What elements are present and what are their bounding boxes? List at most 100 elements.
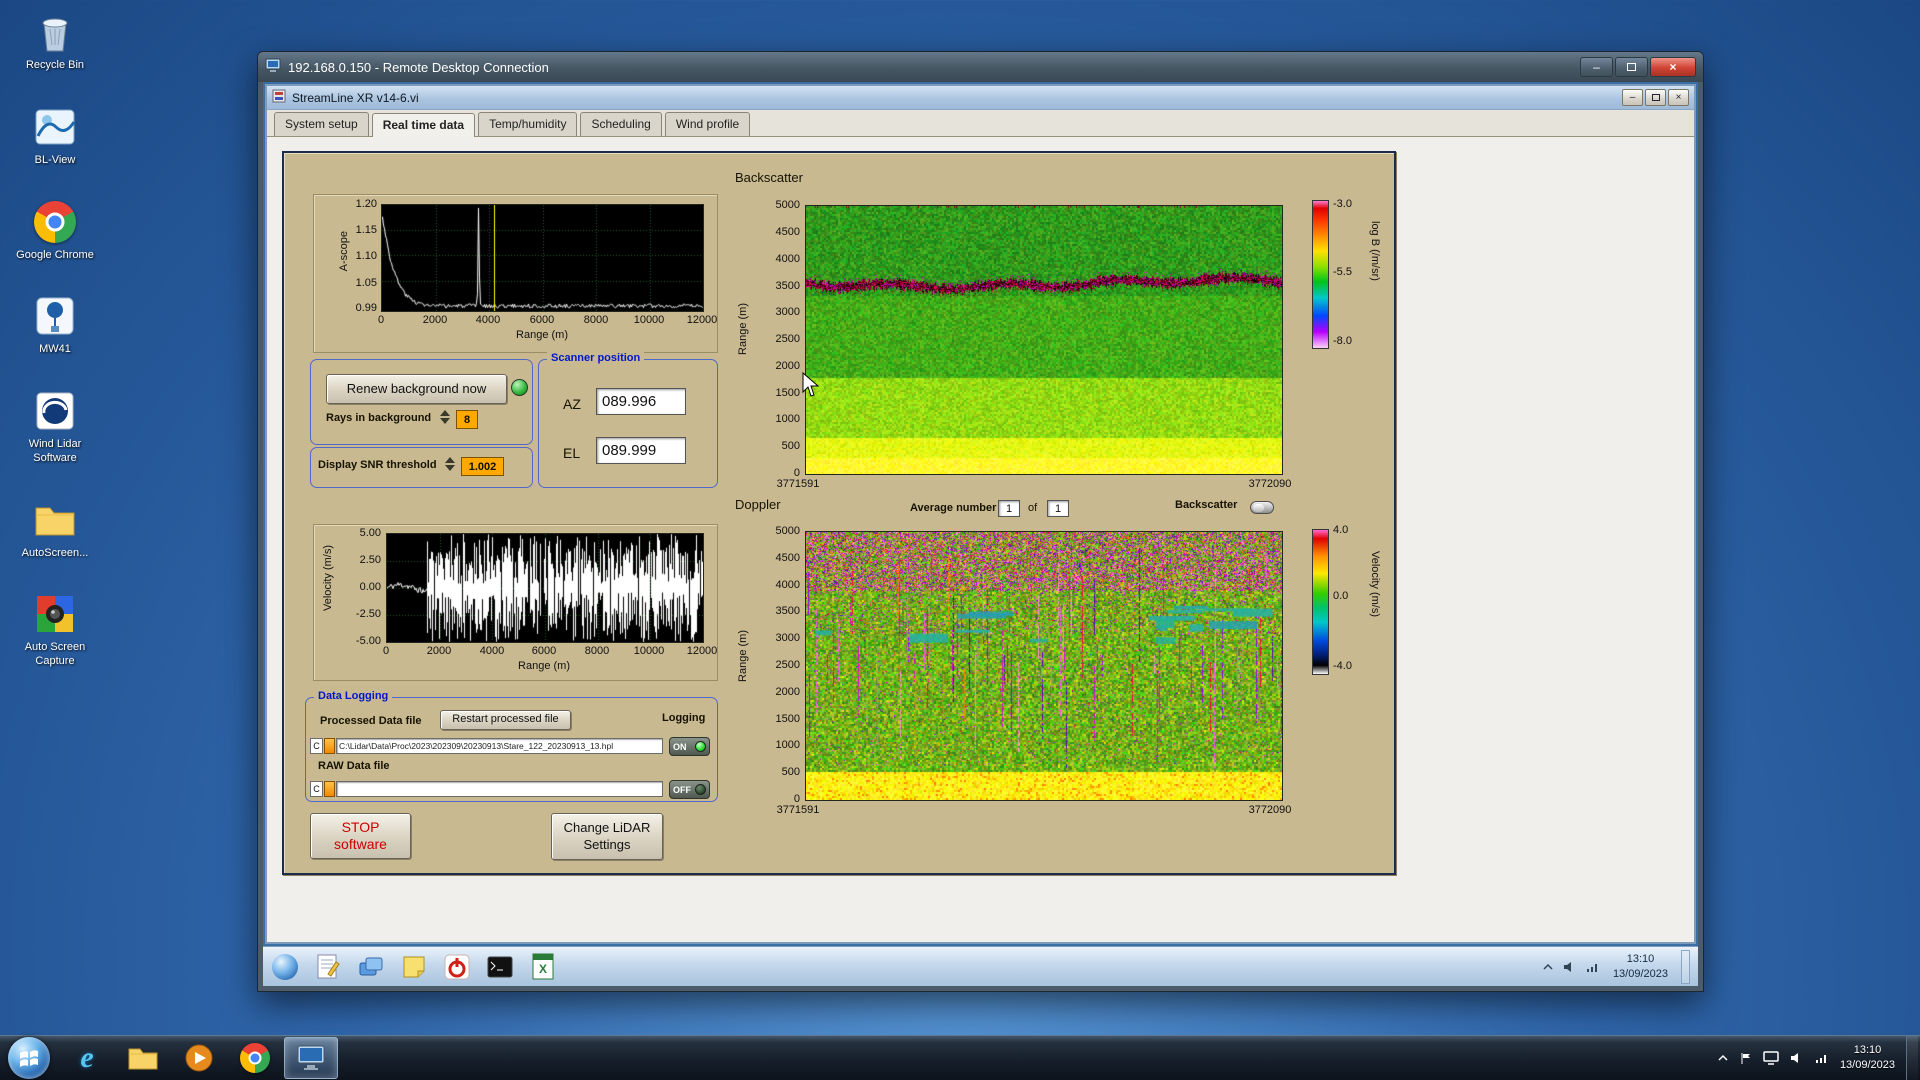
taskbar-icon-media-player[interactable] (172, 1037, 226, 1079)
doppler-title: Doppler (735, 497, 781, 512)
app-minimize-button[interactable]: – (1622, 89, 1643, 106)
raw-browse-icon[interactable] (324, 781, 335, 797)
taskbar-icon-power[interactable] (443, 953, 471, 981)
tab-temp-humidity[interactable]: Temp/humidity (478, 112, 578, 136)
show-desktop-button[interactable] (1906, 1035, 1918, 1080)
rays-value[interactable]: 8 (456, 410, 478, 429)
tab-scheduling[interactable]: Scheduling (580, 112, 662, 136)
network-icon[interactable] (1586, 961, 1600, 973)
vi-body: A-scope 1.20 1.15 1.10 1.05 0.99 0 2000 … (267, 137, 1694, 942)
doppler-heatmap[interactable] (805, 531, 1283, 801)
desktop: Recycle Bin BL-View Google Chrome MW41 W… (0, 0, 1920, 1080)
rdp-close-button[interactable]: × (1650, 57, 1696, 77)
hidden-icons-arrow[interactable] (1717, 1053, 1729, 1063)
taskbar-icon-sticky-note[interactable] (400, 953, 428, 981)
x-tick: 6000 (531, 645, 557, 657)
taskbar-icon-remote-app[interactable] (357, 953, 385, 981)
colorbar-tick: -4.0 (1333, 660, 1352, 672)
rdp-maximize-button[interactable] (1615, 57, 1648, 77)
desktop-icon-label: AutoScreen... (21, 546, 89, 559)
average-total-value[interactable]: 1 (1047, 500, 1069, 517)
rays-spinner[interactable] (440, 410, 450, 424)
change-lidar-settings-button[interactable]: Change LiDAR Settings (551, 813, 663, 860)
raw-file-label: RAW Data file (318, 760, 390, 772)
snr-group: Display SNR threshold 1.002 (310, 447, 533, 488)
flag-icon[interactable] (1740, 1052, 1752, 1065)
desktop-icon-label: BL-View (34, 153, 76, 166)
toggle-state-label: OFF (673, 784, 691, 795)
taskbar-icon-remote-desktop[interactable] (284, 1037, 338, 1079)
processed-browse-icon[interactable] (324, 738, 335, 754)
renew-background-button[interactable]: Renew background now (326, 374, 507, 404)
scanner-position-title: Scanner position (547, 352, 645, 364)
desktop-icon-auto-screen-capture[interactable]: Auto Screen Capture (10, 590, 100, 669)
remote-clock[interactable]: 13:10 13/09/2023 (1609, 952, 1672, 981)
desktop-icon-mw41[interactable]: MW41 (10, 292, 100, 357)
backscatter-colorbar-label: log B (/m/sr) (1369, 221, 1381, 281)
restart-processed-file-button[interactable]: Restart processed file (440, 710, 571, 730)
raw-drive-box[interactable]: C (310, 781, 323, 797)
desktop-icon-recycle-bin[interactable]: Recycle Bin (10, 8, 100, 73)
volume-icon[interactable] (1790, 1052, 1804, 1064)
average-number-value[interactable]: 1 (998, 500, 1020, 517)
x-tick: 10000 (633, 314, 665, 326)
snr-spinner[interactable] (445, 457, 455, 471)
desktop-icon-label: MW41 (39, 343, 71, 356)
x-tick: 10000 (633, 645, 665, 657)
taskbar-icon-browser[interactable] (271, 953, 299, 981)
x-tick: 4000 (475, 314, 501, 326)
y-tick: 3500 (775, 605, 800, 617)
raw-logging-toggle[interactable]: OFF (669, 780, 710, 799)
stop-software-button[interactable]: STOP software (310, 813, 411, 859)
tab-wind-profile[interactable]: Wind profile (664, 112, 751, 136)
stop-button-line2: software (334, 836, 387, 852)
mouse-cursor (802, 372, 820, 397)
app-titlebar[interactable]: StreamLine XR v14-6.vi – × (267, 86, 1694, 110)
media-player-icon (185, 1044, 213, 1072)
processed-path-input[interactable]: C:\Lidar\Data\Proc\2023\202309\20230913\… (336, 738, 663, 754)
x-tick: 12000 (686, 314, 718, 326)
auto-screen-capture-icon (31, 590, 79, 638)
front-panel: A-scope 1.20 1.15 1.10 1.05 0.99 0 2000 … (282, 151, 1396, 875)
desktop-icon-wind-lidar[interactable]: Wind Lidar Software (10, 387, 100, 466)
network-icon[interactable] (1815, 1052, 1829, 1064)
desktop-icon-label: Recycle Bin (25, 59, 85, 71)
desktop-icon-autoscreen-folder[interactable]: AutoScreen... (10, 496, 100, 561)
processed-drive-box[interactable]: C (310, 738, 323, 754)
start-button[interactable] (8, 1037, 50, 1079)
backscatter-y-axis-label: Range (m) (737, 303, 749, 355)
taskbar-icon-notepad[interactable] (314, 953, 342, 981)
taskbar-icon-file-explorer[interactable] (116, 1037, 170, 1079)
velocity-x-axis-label: Range (m) (518, 660, 570, 672)
taskbar-icon-chrome[interactable] (228, 1037, 282, 1079)
taskbar-icon-spreadsheet[interactable]: X (529, 953, 557, 981)
ascope-plot[interactable] (381, 204, 704, 312)
tab-system-setup[interactable]: System setup (274, 112, 369, 136)
backscatter-doppler-toggle[interactable] (1250, 501, 1274, 514)
taskbar-icon-command-prompt[interactable] (486, 953, 514, 981)
show-desktop-button[interactable] (1681, 949, 1690, 984)
desktop-icon-google-chrome[interactable]: Google Chrome (10, 198, 100, 263)
app-maximize-button[interactable] (1645, 89, 1666, 106)
internet-explorer-icon: e (80, 1041, 94, 1074)
snr-value[interactable]: 1.002 (461, 457, 504, 476)
desktop-icon-label: Google Chrome (16, 248, 94, 261)
rdp-titlebar[interactable]: 192.168.0.150 - Remote Desktop Connectio… (258, 52, 1703, 82)
volume-icon[interactable] (1563, 961, 1577, 973)
rdp-minimize-button[interactable]: – (1580, 57, 1613, 77)
ascope-x-axis-label: Range (m) (516, 329, 568, 341)
system-clock[interactable]: 13:10 13/09/2023 (1840, 1043, 1895, 1073)
x-tick-end: 3772090 (1248, 478, 1292, 490)
velocity-plot[interactable] (386, 533, 704, 643)
taskbar-icon-internet-explorer[interactable]: e (60, 1037, 114, 1079)
backscatter-heatmap[interactable] (805, 205, 1283, 475)
raw-path-input[interactable] (336, 781, 663, 797)
hidden-icons-arrow[interactable] (1542, 962, 1554, 972)
tab-real-time-data[interactable]: Real time data (371, 113, 476, 137)
x-tick-end: 3772090 (1248, 804, 1292, 816)
app-close-button[interactable]: × (1668, 89, 1689, 106)
processed-logging-toggle[interactable]: ON (669, 737, 710, 756)
remote-clock-date: 13/09/2023 (1612, 967, 1668, 980)
desktop-icon-bl-view[interactable]: BL-View (10, 103, 100, 168)
monitor-icon[interactable] (1763, 1051, 1779, 1065)
